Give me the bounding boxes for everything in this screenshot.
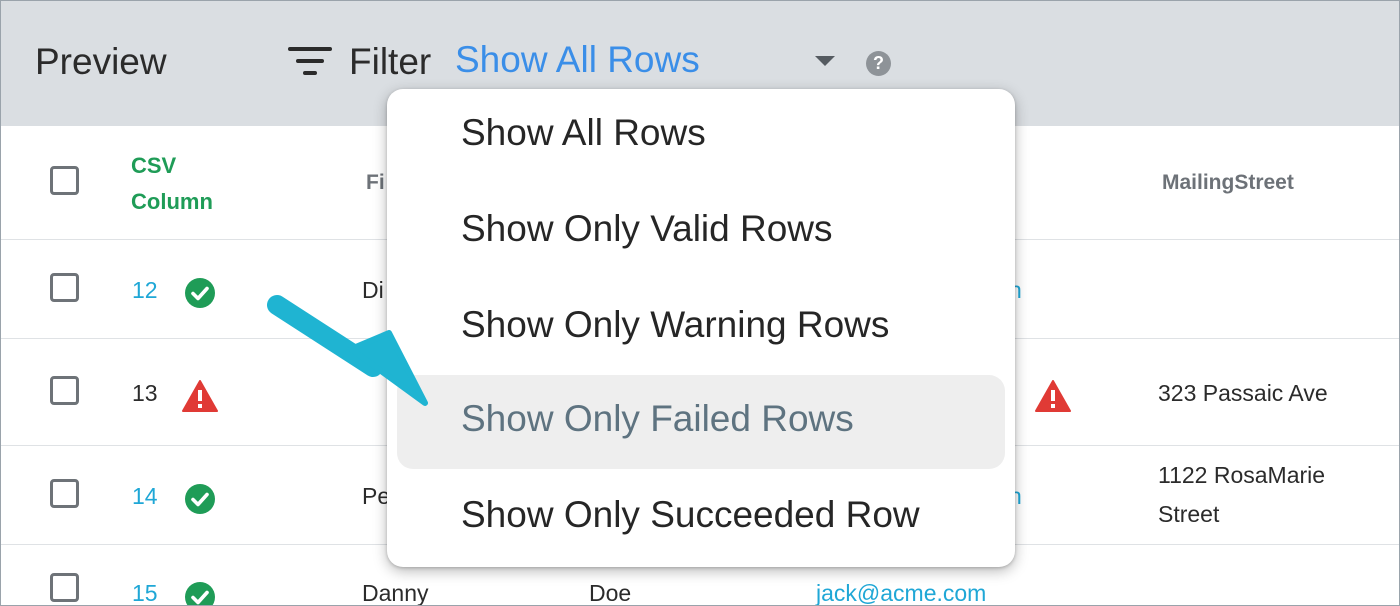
chevron-down-icon[interactable]	[815, 56, 835, 66]
mailing-street-cell-line2: Street	[1158, 501, 1220, 527]
row-checkbox[interactable]	[50, 376, 79, 405]
row-number-link[interactable]: 12	[132, 277, 158, 304]
check-circle-icon	[185, 582, 215, 605]
column-header-csv-line2: Column	[131, 189, 213, 214]
first-name-cell: Danny	[362, 580, 429, 606]
column-header-csv-line1: CSV	[131, 153, 177, 178]
first-name-cell: Pe	[362, 483, 391, 509]
page-title: Preview	[35, 41, 167, 82]
row-checkbox[interactable]	[50, 573, 79, 602]
menu-item-show-all-rows[interactable]: Show All Rows	[397, 89, 1005, 183]
row-number: 13	[132, 380, 158, 406]
mailing-street-cell-line1: 1122 RosaMarie	[1158, 462, 1326, 488]
row-number-link[interactable]: 15	[132, 580, 158, 605]
filter-dropdown-menu: Show All Rows Show Only Valid Rows Show …	[387, 89, 1015, 567]
check-circle-icon	[185, 484, 215, 514]
select-all-checkbox[interactable]	[50, 166, 79, 195]
preview-panel: Preview Filter Show All Rows ? CSV Colum…	[0, 0, 1400, 606]
menu-item-show-failed-rows[interactable]: Show Only Failed Rows	[397, 375, 1005, 469]
column-header-firstname[interactable]: Fi	[366, 171, 385, 195]
filter-select[interactable]: Show All Rows	[455, 39, 700, 81]
last-name-cell: Doe	[589, 580, 632, 606]
check-circle-icon	[185, 278, 215, 308]
menu-item-label: Show All Rows	[461, 112, 706, 153]
row-checkbox[interactable]	[50, 273, 79, 302]
mailing-street-cell: 323 Passaic Ave	[1158, 380, 1328, 406]
menu-item-label: Show Only Valid Rows	[461, 208, 833, 249]
menu-item-show-warning-rows[interactable]: Show Only Warning Rows	[397, 281, 1005, 375]
email-cell[interactable]: jack@acme.com	[816, 580, 986, 605]
warning-icon	[182, 380, 218, 412]
menu-item-show-valid-rows[interactable]: Show Only Valid Rows	[397, 185, 1005, 279]
filter-label: Filter	[349, 41, 432, 82]
menu-item-label: Show Only Succeeded Row	[461, 494, 920, 535]
warning-icon	[1035, 380, 1071, 412]
row-number-link[interactable]: 14	[132, 483, 158, 510]
row-checkbox[interactable]	[50, 479, 79, 508]
help-icon[interactable]: ?	[866, 51, 891, 76]
column-header-csv[interactable]: CSV Column	[131, 148, 213, 220]
menu-item-label: Show Only Warning Rows	[461, 304, 890, 345]
filter-icon[interactable]	[288, 45, 332, 79]
menu-item-label: Show Only Failed Rows	[461, 398, 854, 439]
menu-item-show-succeeded-rows[interactable]: Show Only Succeeded Row	[397, 471, 1005, 565]
column-header-mailingstreet[interactable]: MailingStreet	[1162, 171, 1294, 195]
annotation-arrow-icon	[267, 295, 428, 406]
